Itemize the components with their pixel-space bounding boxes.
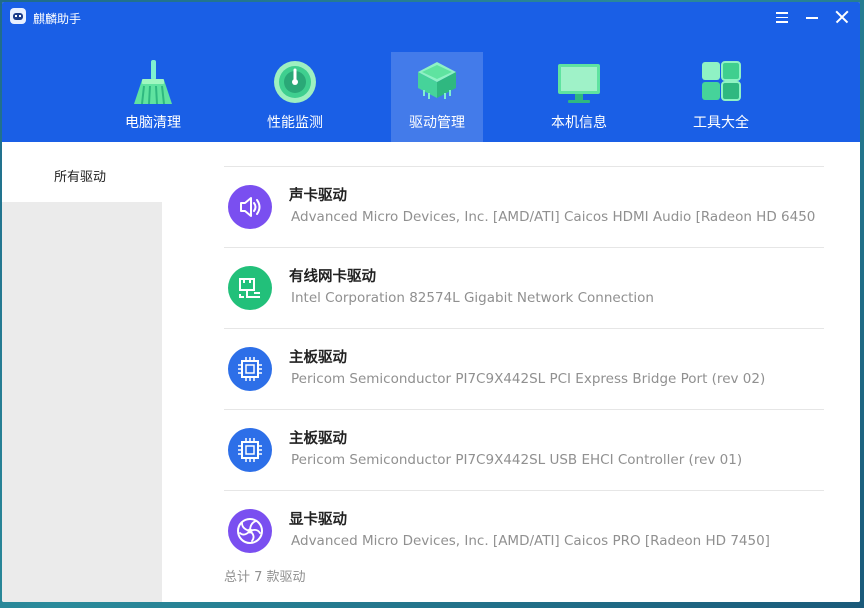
chip-stack-icon xyxy=(418,62,456,99)
driver-name: 主板驱动 xyxy=(289,431,347,447)
tab-tools[interactable]: 工具大全 xyxy=(675,52,767,142)
minimize-button[interactable] xyxy=(802,7,822,27)
driver-description: Intel Corporation 82574L Gigabit Network… xyxy=(291,290,654,306)
sidebar-item-label: 所有驱动 xyxy=(54,170,107,185)
driver-row-graphics[interactable]: 显卡驱动 Advanced Micro Devices, Inc. [AMD/A… xyxy=(224,491,824,572)
driver-row-network[interactable]: 有线网卡驱动 Intel Corporation 82574L Gigabit … xyxy=(224,248,824,329)
broom-icon xyxy=(134,60,172,104)
chip-icon xyxy=(228,428,272,472)
driver-row-motherboard[interactable]: 主板驱动 Pericom Semiconductor PI7C9X442SL U… xyxy=(224,410,824,491)
tab-cleanup[interactable]: 电脑清理 xyxy=(107,52,199,142)
app-window: 麒麟助手 电脑清理 性能监测 驱动管理 本机信息 工具大全 所有驱动 声卡驱动 … xyxy=(2,2,860,602)
driver-name: 声卡驱动 xyxy=(289,188,347,204)
tab-drivers[interactable]: 驱动管理 xyxy=(391,52,483,142)
driver-description: Advanced Micro Devices, Inc. [AMD/ATI] C… xyxy=(291,209,816,225)
speaker-icon xyxy=(228,185,272,229)
tab-label: 电脑清理 xyxy=(125,115,181,131)
tab-system-info[interactable]: 本机信息 xyxy=(533,52,625,142)
driver-name: 有线网卡驱动 xyxy=(289,269,376,285)
gauge-icon xyxy=(274,61,316,103)
grid-tools-icon xyxy=(702,61,741,101)
tab-performance[interactable]: 性能监测 xyxy=(249,52,341,142)
driver-description: Pericom Semiconductor PI7C9X442SL USB EH… xyxy=(291,452,743,468)
fan-icon xyxy=(228,509,272,553)
driver-list-panel: 声卡驱动 Advanced Micro Devices, Inc. [AMD/A… xyxy=(162,142,860,602)
driver-name: 显卡驱动 xyxy=(289,512,347,528)
menu-button[interactable] xyxy=(772,7,792,27)
tab-label: 性能监测 xyxy=(267,115,323,131)
network-icon xyxy=(228,266,272,310)
sidebar-item-all-drivers[interactable]: 所有驱动 xyxy=(2,142,162,202)
chip-icon xyxy=(228,347,272,391)
tab-label: 本机信息 xyxy=(551,115,607,131)
tab-label: 驱动管理 xyxy=(409,115,465,131)
tab-label: 工具大全 xyxy=(693,115,749,131)
driver-row-audio[interactable]: 声卡驱动 Advanced Micro Devices, Inc. [AMD/A… xyxy=(224,167,824,248)
driver-description: Advanced Micro Devices, Inc. [AMD/ATI] C… xyxy=(291,533,770,549)
driver-count: 总计 7 款驱动 xyxy=(224,570,306,585)
sidebar: 所有驱动 xyxy=(2,142,162,602)
driver-description: Pericom Semiconductor PI7C9X442SL PCI Ex… xyxy=(291,371,766,387)
close-button[interactable] xyxy=(832,7,852,27)
app-logo-icon xyxy=(10,8,26,24)
header: 麒麟助手 电脑清理 性能监测 驱动管理 本机信息 工具大全 xyxy=(2,2,860,142)
driver-row-motherboard[interactable]: 主板驱动 Pericom Semiconductor PI7C9X442SL P… xyxy=(224,329,824,410)
app-title: 麒麟助手 xyxy=(33,12,82,26)
titlebar: 麒麟助手 xyxy=(2,2,860,32)
monitor-icon xyxy=(558,64,600,103)
driver-name: 主板驱动 xyxy=(289,350,347,366)
